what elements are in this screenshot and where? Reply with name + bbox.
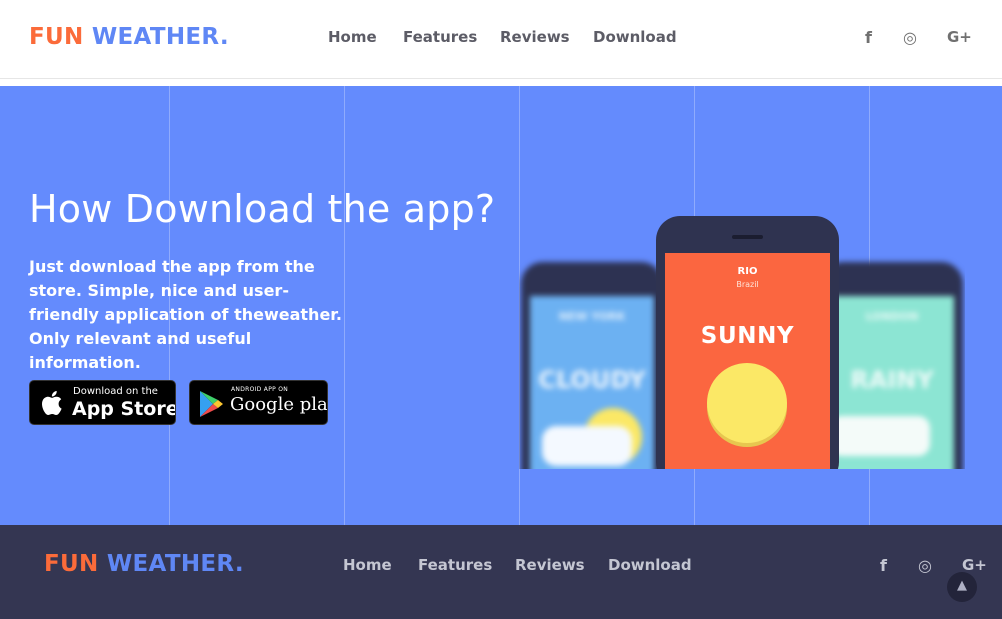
google-play-label: Google play [230, 394, 328, 415]
phone-center-screen: RIO Brazil SUNNY [665, 253, 830, 469]
logo-part-fun: FUN [29, 24, 84, 50]
google-plus-icon[interactable]: G+ [947, 28, 972, 46]
google-plus-icon[interactable]: G+ [962, 556, 987, 574]
back-to-top-button[interactable]: ▲ [947, 572, 977, 602]
phone-left-screen: NEW YORK CLOUDY [530, 296, 654, 469]
logo[interactable]: FUN WEATHER. [29, 24, 229, 50]
phone-right: LONDON RAINY [821, 262, 963, 469]
logo-part-weather: WEATHER. [106, 551, 244, 577]
phone-left-condition: CLOUDY [538, 366, 646, 394]
nav-reviews[interactable]: Reviews [500, 28, 570, 46]
phone-center-city: RIO [737, 266, 758, 277]
nav-home[interactable]: Home [328, 28, 377, 46]
phone-speaker [732, 235, 763, 239]
apple-icon [42, 391, 62, 416]
footer-nav-home[interactable]: Home [343, 556, 392, 574]
instagram-icon[interactable]: ◎ [903, 28, 917, 47]
section-description: Just download the app from the store. Si… [29, 257, 342, 372]
footer: FUN WEATHER. Home Features Reviews Downl… [0, 525, 1002, 619]
phone-right-screen: LONDON RAINY [830, 296, 954, 469]
download-section: How Download the app? Just download the … [0, 86, 1002, 525]
cloud-shape [830, 416, 930, 456]
app-store-label: App Store [72, 398, 176, 420]
phone-center-condition: SUNNY [700, 323, 795, 349]
phone-left: NEW YORK CLOUDY [521, 262, 663, 469]
header: FUN WEATHER. Home Features Reviews Downl… [0, 0, 1002, 79]
phones-illustration: NEW YORK CLOUDY LONDON RAINY RIO Brazil [519, 216, 965, 469]
phone-right-city: LONDON [865, 310, 919, 323]
footer-nav-reviews[interactable]: Reviews [515, 556, 585, 574]
google-play-button[interactable]: ANDROID APP ON Google play [189, 380, 328, 425]
google-play-small-label: ANDROID APP ON [231, 386, 289, 393]
phone-right-condition: RAINY [850, 366, 934, 394]
cloud-shape [542, 426, 632, 466]
footer-logo[interactable]: FUN WEATHER. [44, 551, 244, 577]
phone-center: RIO Brazil SUNNY [656, 216, 839, 469]
facebook-icon[interactable]: f [880, 556, 887, 575]
footer-nav-download[interactable]: Download [608, 556, 692, 574]
chevron-up-icon: ▲ [957, 578, 967, 593]
app-store-button[interactable]: Download on the App Store [29, 380, 176, 425]
logo-part-fun: FUN [44, 551, 99, 577]
google-play-icon [200, 391, 223, 417]
footer-nav-features[interactable]: Features [418, 556, 492, 574]
logo-part-weather: WEATHER. [91, 24, 229, 50]
instagram-icon[interactable]: ◎ [918, 556, 932, 575]
sun-icon [707, 363, 787, 443]
app-store-small-label: Download on the [73, 386, 158, 397]
page: FUN WEATHER. Home Features Reviews Downl… [0, 0, 1002, 619]
phone-left-city: NEW YORK [558, 310, 626, 323]
section-title: How Download the app? [29, 187, 496, 231]
nav-features[interactable]: Features [403, 28, 477, 46]
facebook-icon[interactable]: f [865, 28, 872, 47]
phone-center-country: Brazil [736, 280, 759, 289]
nav-download[interactable]: Download [593, 28, 677, 46]
